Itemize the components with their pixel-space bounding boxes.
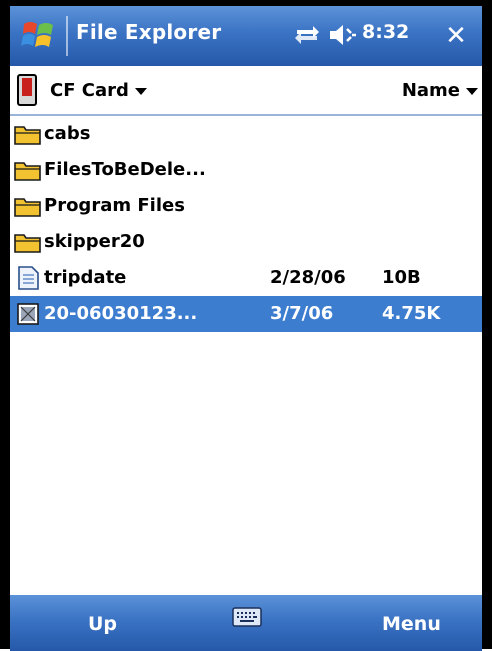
up-softkey[interactable]: Up [88,613,117,635]
file-size: 4.75K [382,303,441,324]
device-screen: File Explorer 8:32 ✕ CF Card Name cabs F… [0,0,492,651]
list-item-selected[interactable]: 20-06030123... 3/7/06 4.75K [10,296,482,332]
clock-time: 8:32 [362,21,410,43]
menu-softkey[interactable]: Menu [382,613,441,635]
list-item[interactable]: skipper20 [10,224,482,260]
location-dropdown[interactable]: CF Card [50,80,147,101]
chevron-down-icon [134,87,147,95]
connectivity-icon[interactable] [293,22,321,48]
close-icon[interactable]: ✕ [436,16,476,56]
softkey-bar: Up Menu [10,595,482,651]
title-separator [66,16,68,56]
file-name: cabs [44,123,91,144]
folder-icon [14,126,41,145]
path-bar: CF Card Name [10,66,482,116]
folder-icon [14,162,41,181]
folder-icon [14,198,41,217]
file-name: 20-06030123... [44,303,198,324]
list-item[interactable]: FilesToBeDele... [10,152,482,188]
list-item[interactable]: Program Files [10,188,482,224]
storage-card-icon [17,74,37,106]
list-item[interactable]: tripdate 2/28/06 10B [10,260,482,296]
image-file-icon [17,303,39,325]
list-item[interactable]: cabs [10,116,482,152]
sort-label: Name [401,80,460,101]
windows-start-icon[interactable] [20,16,58,54]
keyboard-icon[interactable] [232,605,262,629]
document-icon [18,266,39,290]
file-name: tripdate [44,267,127,288]
file-date: 2/28/06 [270,267,346,288]
file-size: 10B [382,267,421,288]
volume-icon[interactable] [328,21,358,49]
file-name: Program Files [44,195,185,216]
app-title: File Explorer [76,20,222,44]
location-label: CF Card [50,80,129,101]
file-name: skipper20 [44,231,145,252]
folder-icon [14,234,41,253]
file-name: FilesToBeDele... [44,159,206,180]
chevron-down-icon [466,87,478,95]
title-bar: File Explorer 8:32 ✕ [10,6,482,66]
file-date: 3/7/06 [270,303,334,324]
sort-dropdown[interactable]: Name [402,80,478,101]
